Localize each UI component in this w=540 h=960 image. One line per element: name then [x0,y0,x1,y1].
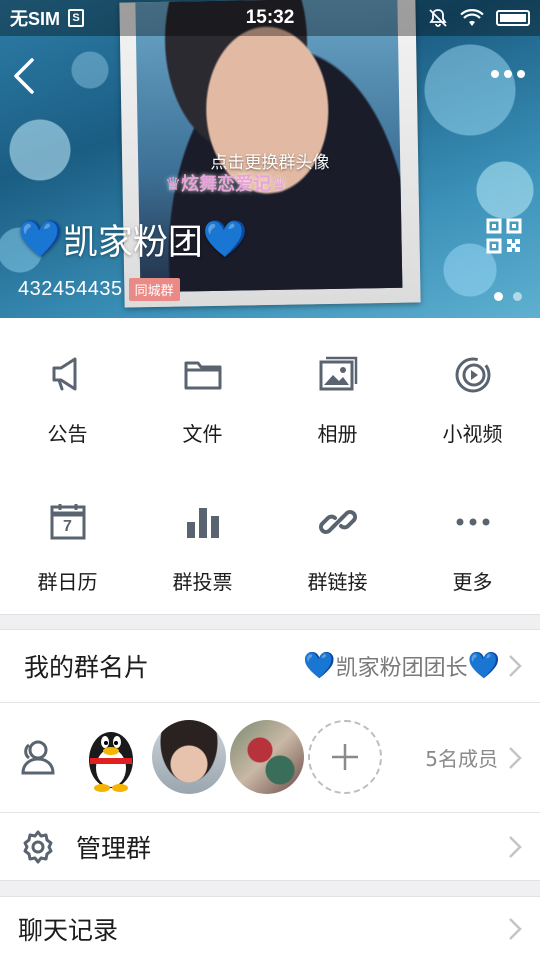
members-count: 5名成员 [425,747,498,771]
folder-icon [184,361,221,390]
member-avatar-2[interactable] [152,720,226,794]
grid-item-more[interactable]: 更多 [405,466,540,614]
poll-icon [186,508,219,538]
member-avatar-qq-penguin[interactable] [74,720,148,794]
group-name-text: 凯家粉团 [62,223,203,263]
carrier-label: 无SIM [10,9,61,29]
album-icon [319,356,357,391]
group-id-row: 432454435 同城群 [18,278,180,301]
qr-code-icon[interactable] [486,218,522,254]
gear-icon [23,830,53,864]
cover-pager [494,292,522,301]
chevron-right-icon [509,917,522,940]
member-avatar-3[interactable] [230,720,304,794]
qq-penguin-icon [89,732,133,792]
calendar-icon: 7 [48,502,88,542]
grid-item-link[interactable]: 群链接 [270,466,405,614]
blue-heart-icon: 💙 [18,218,63,260]
my-group-card-title: 我的群名片 [24,653,150,682]
chevron-right-icon [509,746,522,769]
mute-icon [429,9,447,27]
chevron-right-icon [509,655,522,677]
chat-history-title: 聊天记录 [18,915,119,945]
plus-icon [332,744,358,770]
blue-heart-icon: 💙 [467,651,500,681]
grid-label: 群链接 [307,570,368,594]
my-group-card-row[interactable]: 我的群名片 💙 凯家粉团团长 💙 [0,630,540,702]
group-type-badge: 同城群 [128,278,180,301]
grid-label: 公告 [47,422,88,446]
section-divider [0,880,540,897]
manage-group-title: 管理群 [76,833,152,863]
grid-label: 群日历 [37,570,98,594]
members-icon [21,740,55,775]
wifi-icon [460,9,484,26]
add-member-button[interactable] [308,720,382,794]
group-header: 无SIM S 15:32 点击更换群头像 ♛炫舞恋爱记♛ 💙 凯家粉团 💙 43… [0,0,540,318]
my-group-card-value-text: 凯家粉团团长 [335,656,468,681]
my-group-card-value: 💙 凯家粉团团长 💙 [303,650,500,682]
grid-label: 群投票 [172,570,233,594]
grid-item-calendar[interactable]: 7 群日历 [0,466,135,614]
grid-item-poll[interactable]: 群投票 [135,466,270,614]
battery-icon [496,10,530,26]
link-icon [318,510,357,534]
grid-item-announcement[interactable]: 公告 [0,318,135,466]
manage-group-row[interactable]: 管理群 [0,813,540,880]
grid-item-short-video[interactable]: 小视频 [405,318,540,466]
blue-heart-icon: 💙 [303,651,336,681]
chevron-right-icon [509,835,522,858]
grid-label: 文件 [182,422,223,446]
video-icon [455,357,490,393]
function-grid: 公告 文件 相册 小视频 7 群日历 群投票 群链接 更多 [0,318,540,614]
grid-label: 小视频 [442,422,503,446]
section-divider [0,614,540,630]
more-dots-icon [456,518,489,526]
group-name: 💙 凯家粉团 💙 [18,214,248,265]
grid-label: 更多 [452,570,493,594]
status-bar: 无SIM S 15:32 [0,0,540,36]
grid-label: 相册 [317,422,358,446]
members-row[interactable]: 5名成员 [0,703,540,812]
calendar-day: 7 [63,518,72,535]
megaphone-icon [52,357,76,391]
sim-icon: S [68,9,85,27]
grid-item-files[interactable]: 文件 [135,318,270,466]
chat-history-row[interactable]: 聊天记录 [0,897,540,960]
grid-item-album[interactable]: 相册 [270,318,405,466]
blue-heart-icon: 💙 [202,218,248,260]
more-options-button[interactable] [488,62,528,86]
group-id: 432454435 [18,278,123,300]
photo-signature: ♛炫舞恋爱记♛ [165,174,288,195]
back-arrow-icon[interactable] [10,56,40,96]
